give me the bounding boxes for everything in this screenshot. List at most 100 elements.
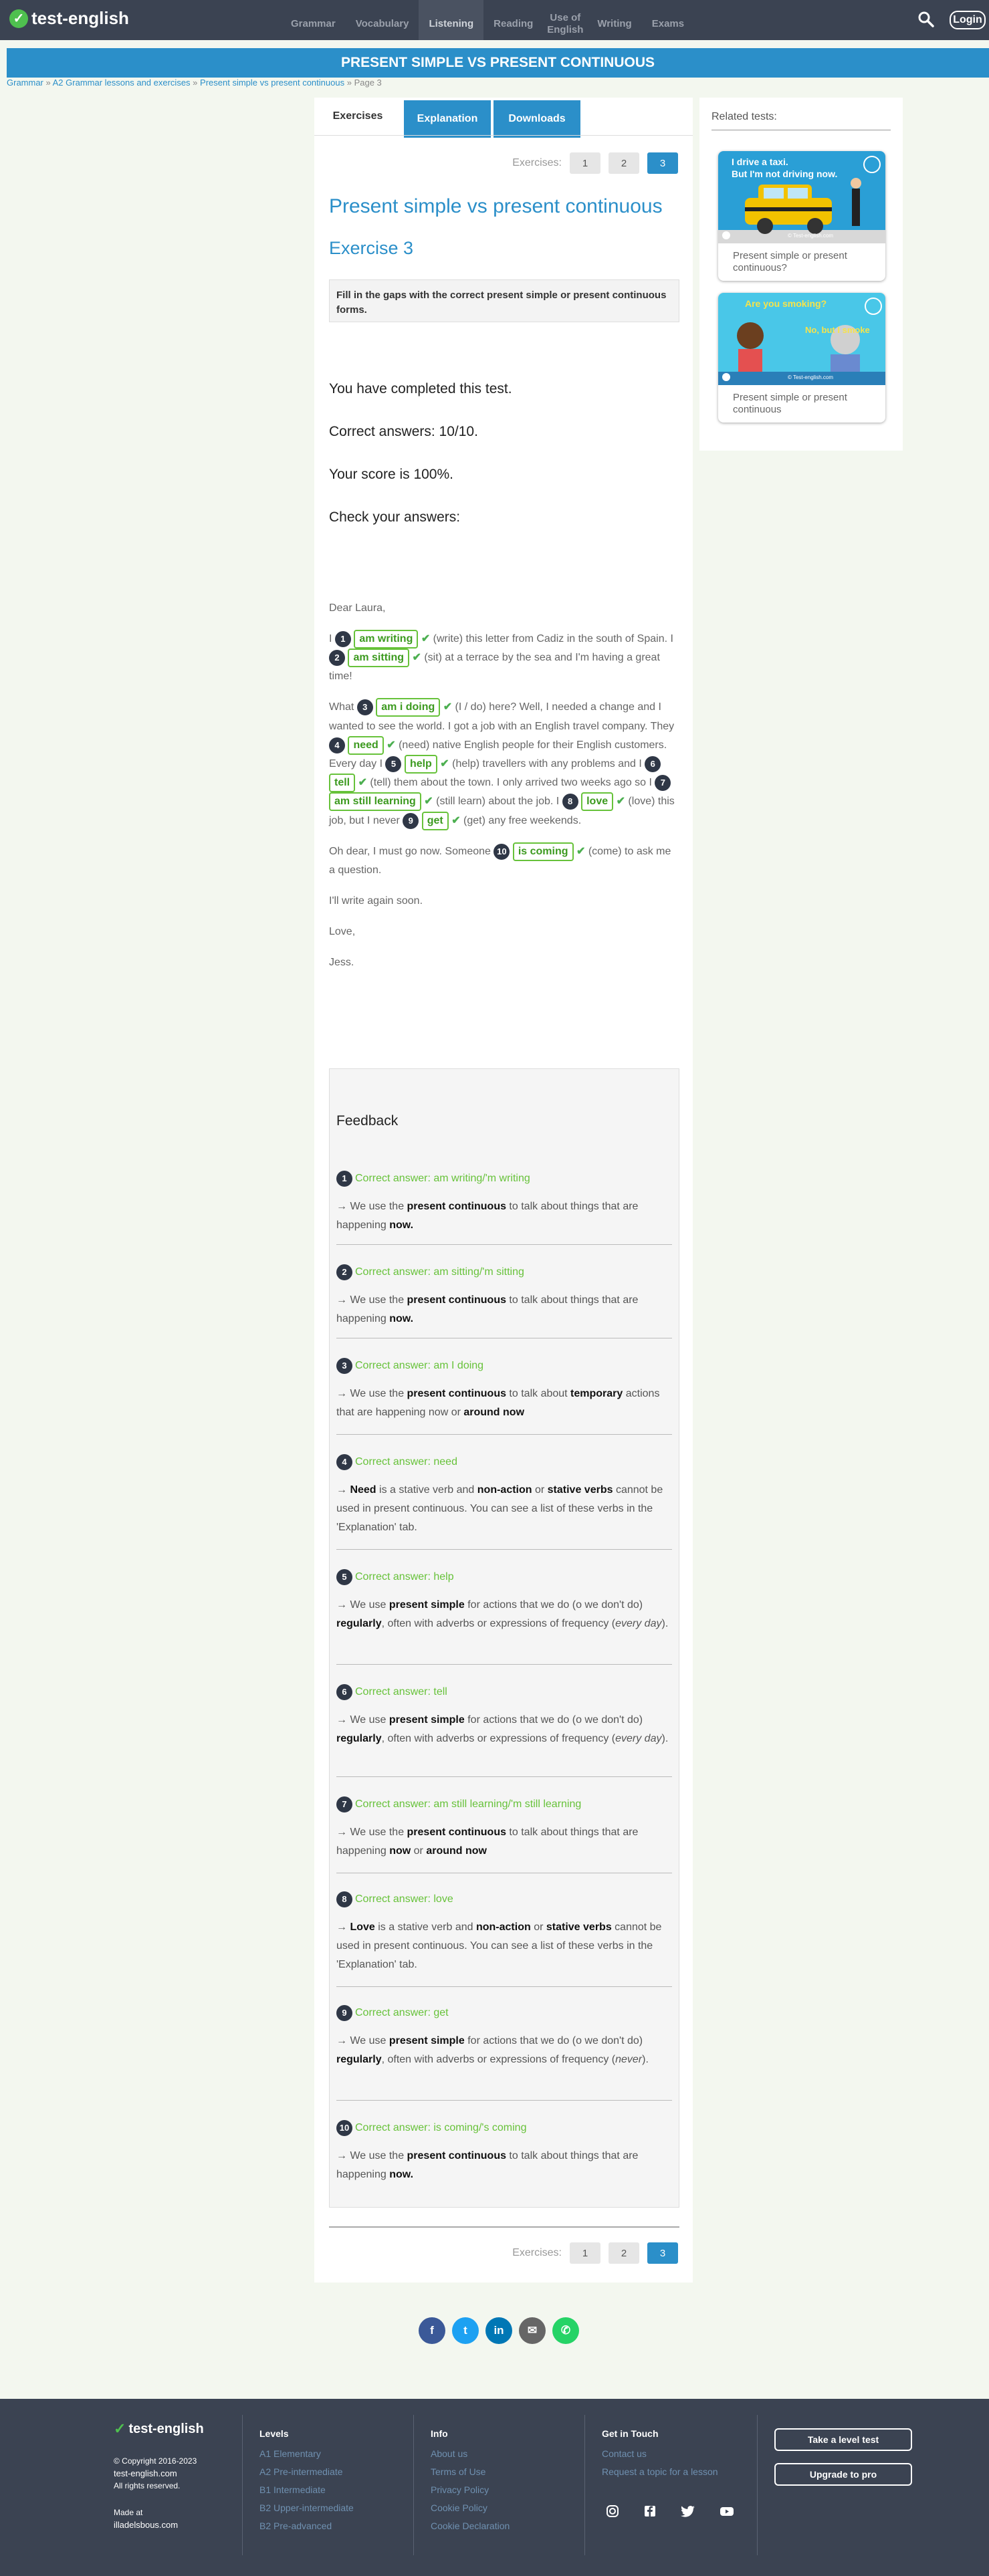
breadcrumb-topic[interactable]: Present simple vs present continuous: [200, 78, 344, 88]
text: We use: [347, 2035, 389, 2046]
menu-item-grammar[interactable]: Grammar: [281, 0, 346, 40]
answer-10: is coming: [512, 842, 574, 861]
facebook-icon[interactable]: f: [419, 2317, 445, 2344]
footer-link[interactable]: Privacy Policy: [431, 2484, 510, 2495]
feedback-divider: [336, 1549, 672, 1550]
pager-page-2[interactable]: 2: [609, 2242, 639, 2264]
related-tests-sidebar: Related tests: I drive a taxi. But I'm n…: [699, 98, 903, 451]
whatsapp-icon[interactable]: ✆: [552, 2317, 579, 2344]
breadcrumb-current: Page 3: [354, 78, 382, 88]
related-test-card-1[interactable]: I drive a taxi. But I'm not driving now.…: [718, 151, 885, 281]
answer-4: need: [348, 735, 384, 755]
menu-item-listening[interactable]: Listening: [419, 0, 484, 40]
upgrade-to-pro-button[interactable]: Upgrade to pro: [774, 2463, 912, 2486]
footer-link[interactable]: Cookie Declaration: [431, 2521, 510, 2531]
footer-link[interactable]: B2 Pre-advanced: [259, 2521, 354, 2531]
letter-text: Dear Laura, I 1 am writing ✔ (write) thi…: [329, 599, 679, 984]
footer-link[interactable]: Cookie Policy: [431, 2502, 510, 2513]
feedback-explanation: → Love is a stative verb and non-action …: [336, 1918, 672, 1974]
tab-explanation[interactable]: Explanation: [404, 100, 491, 138]
footer-link[interactable]: About us: [431, 2448, 510, 2459]
gap-number-5: 5: [385, 755, 402, 772]
answer-6: tell: [329, 774, 356, 793]
login-button[interactable]: Login: [950, 11, 986, 29]
feedback-number: 3: [336, 1357, 352, 1374]
text: regularly: [336, 2054, 382, 2065]
correct-answers-text: Correct answers: 10/10.: [329, 424, 478, 439]
breadcrumb-a2-grammar[interactable]: A2 Grammar lessons and exercises: [53, 78, 191, 88]
text: , often with adverbs or expressions of f…: [381, 1733, 616, 1744]
facebook-icon[interactable]: [643, 2504, 657, 2521]
feedback-item: 2 Correct answer: am sitting/'m sitting →…: [336, 1263, 672, 1338]
menu-item-writing[interactable]: Writing: [587, 0, 641, 40]
feedback-explanation: → We use the present continuous to talk …: [336, 1385, 672, 1422]
site-logo[interactable]: ✓ test-english: [9, 8, 129, 29]
feedback-divider: [336, 1986, 672, 1987]
instagram-icon[interactable]: [606, 2504, 619, 2521]
feedback-item: 10 Correct answer: is coming/'s coming → …: [336, 2119, 672, 2184]
check-icon: ✔: [421, 633, 431, 645]
check-icon: ✔: [616, 796, 625, 808]
tab-downloads[interactable]: Downloads: [493, 100, 580, 138]
feedback-heading: 5 Correct answer: help: [336, 1568, 672, 1587]
footer-domain: test-english.com: [114, 2468, 177, 2478]
email-icon[interactable]: ✉: [519, 2317, 546, 2344]
youtube-icon[interactable]: [720, 2504, 734, 2521]
text: ).: [642, 2054, 649, 2065]
feedback-heading: 7 Correct answer: am still learning/'m st…: [336, 1795, 672, 1814]
check-icon: ✔: [440, 758, 449, 770]
feedback-explanation: → We use the present continuous to talk …: [336, 1197, 672, 1235]
letter-signature: Jess.: [329, 957, 354, 969]
breadcrumb-grammar[interactable]: Grammar: [7, 78, 43, 88]
text: (help) travellers with any problems and …: [449, 758, 645, 770]
text: regularly: [336, 1733, 382, 1744]
footer-link[interactable]: Request a topic for a lesson: [602, 2466, 718, 2477]
pager-page-1[interactable]: 1: [570, 152, 600, 174]
menu-item-vocabulary[interactable]: Vocabulary: [346, 0, 419, 40]
footer-link[interactable]: A1 Elementary: [259, 2448, 354, 2459]
tab-exercises[interactable]: Exercises: [314, 98, 401, 135]
feedback-item: 9 Correct answer: get → We use present si…: [336, 2004, 672, 2101]
twitter-icon[interactable]: t: [452, 2317, 479, 2344]
check-icon: ✔: [424, 796, 433, 808]
footer-brand: ✓ test-english © Copyright 2016-2023 test…: [114, 2420, 204, 2530]
pager-page-1[interactable]: 1: [570, 2242, 600, 2264]
footer-contact-title: Get in Touch: [602, 2428, 659, 2439]
menu-item-reading[interactable]: Reading: [483, 0, 543, 40]
search-icon[interactable]: [917, 11, 935, 28]
feedback-number: 6: [336, 1683, 352, 1700]
take-level-test-button[interactable]: Take a level test: [774, 2428, 912, 2451]
feedback-answer: Correct answer: get: [355, 2007, 449, 2018]
footer-link[interactable]: B2 Upper-intermediate: [259, 2502, 354, 2513]
menu-item-exams[interactable]: Exams: [642, 0, 694, 40]
footer-logo-text: test-english: [128, 2421, 204, 2436]
feedback-number: 7: [336, 1796, 352, 1812]
footer-contact: Get in Touch Contact us Request a topic …: [602, 2428, 718, 2484]
gap-number-10: 10: [493, 843, 510, 860]
text: present continuous: [407, 1201, 506, 1212]
pager-page-3[interactable]: 3: [647, 152, 678, 174]
gap-number-2: 2: [329, 650, 345, 667]
footer-link[interactable]: A2 Pre-intermediate: [259, 2466, 354, 2477]
text: (write) this letter from Cadiz in the so…: [430, 633, 673, 645]
text: We use the: [347, 1827, 407, 1838]
twitter-icon[interactable]: [681, 2504, 695, 2521]
instructions-box: Fill in the gaps with the correct presen…: [329, 279, 679, 322]
feedback-number: 4: [336, 1453, 352, 1470]
bubble-text-2: No, but I smoke: [805, 325, 870, 335]
footer-levels-title: Levels: [259, 2428, 289, 2439]
footer-link[interactable]: B1 Intermediate: [259, 2484, 354, 2495]
footer-divider: [413, 2415, 414, 2555]
footer-link[interactable]: Terms of Use: [431, 2466, 510, 2477]
linkedin-icon[interactable]: in: [485, 2317, 512, 2344]
smoking-illustration: Are you smoking? No, but I smoke © Test-…: [718, 293, 885, 385]
gap-number-1: 1: [334, 631, 351, 647]
maker-link[interactable]: illadelsbous.com: [114, 2520, 204, 2530]
footer-link[interactable]: Contact us: [602, 2448, 718, 2459]
related-test-card-2[interactable]: Are you smoking? No, but I smoke © Test-…: [718, 293, 885, 423]
pager-page-3[interactable]: 3: [647, 2242, 678, 2264]
pager-page-2[interactable]: 2: [609, 152, 639, 174]
menu-item-use-of-english[interactable]: Use of English: [543, 0, 587, 40]
arrow-icon: →: [336, 1484, 347, 1496]
footer-logo[interactable]: ✓ test-english: [114, 2420, 204, 2438]
